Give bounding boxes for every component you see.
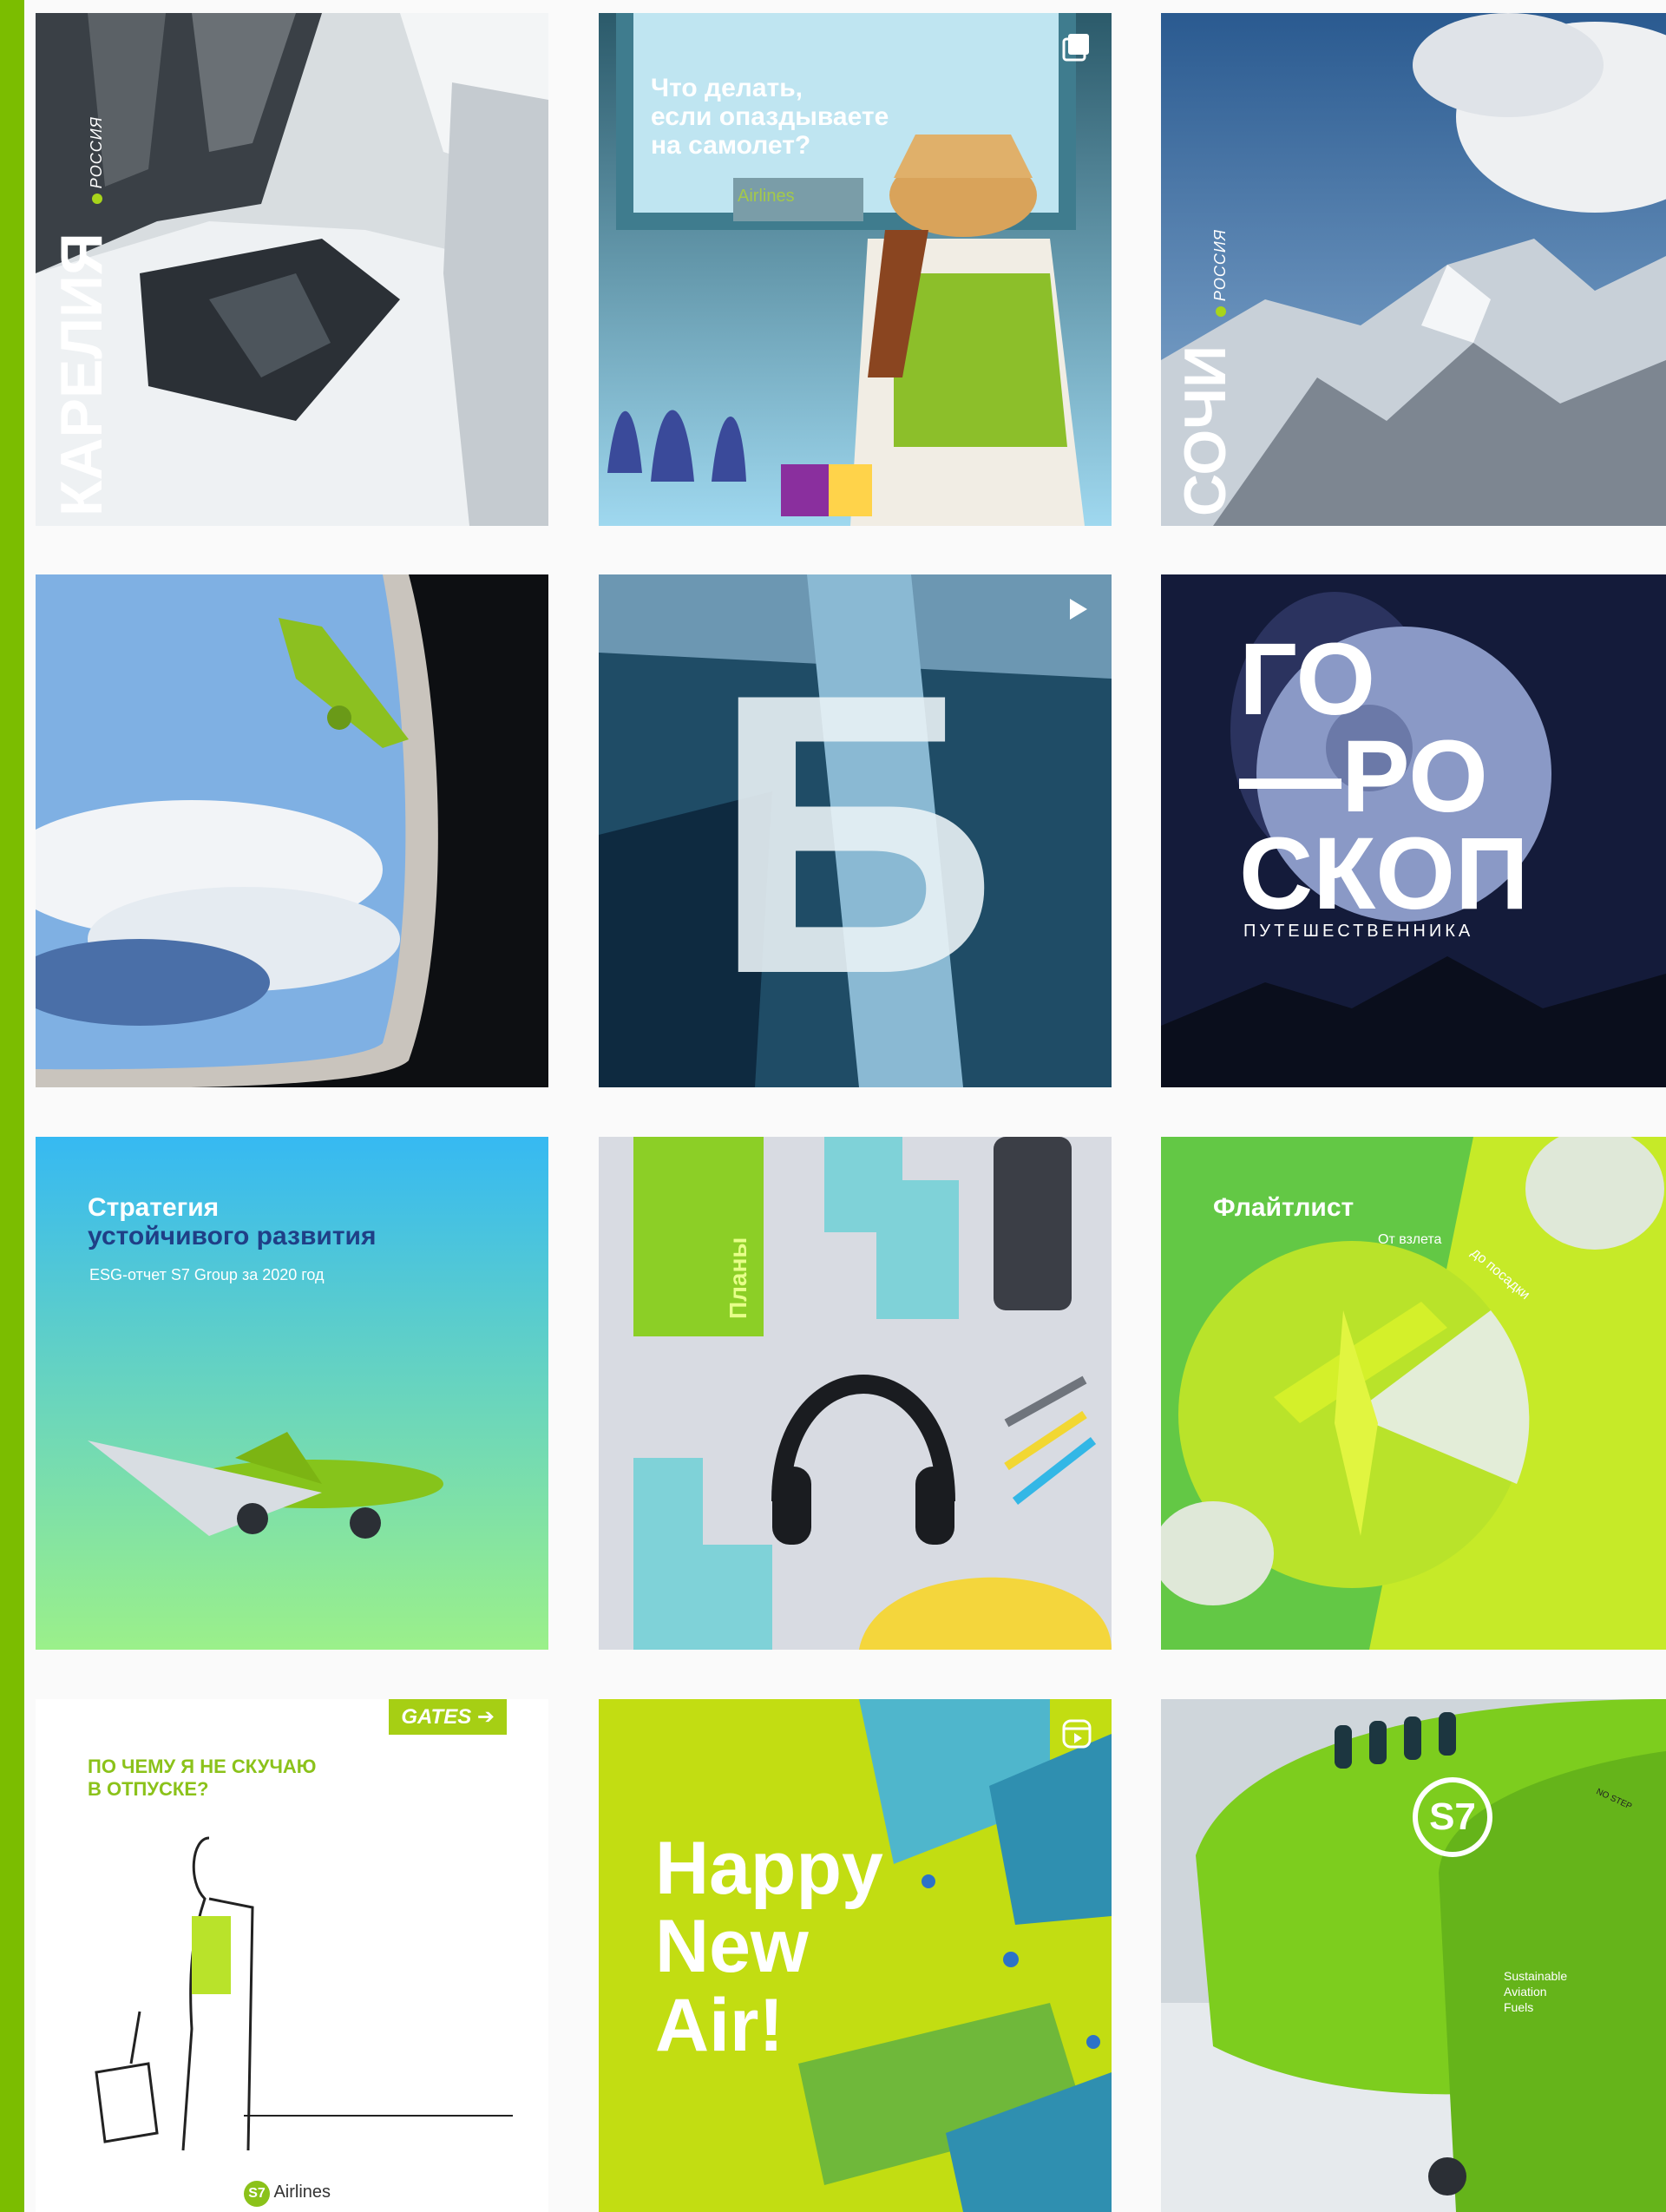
post-horoscope[interactable]: ГО —РО СКОП ПУТЕШЕСТВЕННИКА	[1161, 574, 1666, 1087]
title-line-3: Air!	[655, 1983, 784, 2067]
multi-image-icon	[1062, 34, 1089, 62]
title-line-2: —РО	[1239, 719, 1488, 835]
strategy-caption: ESG-отчет S7 Group за 2020 год	[89, 1266, 325, 1283]
destination-name: КАРЕЛИЯ	[49, 233, 115, 516]
post-headline: Что делать, если опаздываете на самолет?	[651, 74, 889, 160]
fuel-label: Sustainable Aviation Fuels	[1504, 1968, 1567, 2016]
destination-title: КАРЕЛИЯ РОССИЯ	[48, 116, 115, 516]
post-flightlist[interactable]: Флайтлист От взлета до посадки	[1161, 1137, 1666, 1650]
horoscope-title: ГО —РО СКОП	[1239, 622, 1529, 932]
post-karelia[interactable]: КАРЕЛИЯ РОССИЯ	[36, 13, 548, 526]
gates-badge-label: GATES	[401, 1705, 472, 1729]
country-label: РОССИЯ	[1211, 228, 1229, 302]
dot-icon	[92, 194, 103, 205]
airplane-window-photo	[36, 574, 548, 1087]
title-line-1: Стратегия	[88, 1193, 220, 1222]
fuel-line-1: Sustainable	[1504, 1969, 1568, 1983]
video-play-icon	[1070, 599, 1087, 620]
reels-icon	[1062, 1719, 1092, 1749]
post-gates[interactable]: GATES ➔ ПО ЧЕМУ Я НЕ СКУЧАЮ В ОТПУСКЕ? S…	[36, 1699, 548, 2212]
horoscope-caption: ПУТЕШЕСТВЕННИКА	[1243, 922, 1474, 941]
logo-text: Airlines	[273, 2182, 331, 2202]
s7-emblem-icon: S7	[1413, 1777, 1492, 1857]
question-line-1: ПО ЧЕМУ Я НЕ СКУЧАЮ	[88, 1756, 317, 1777]
notebook-label: Планы	[725, 1237, 751, 1319]
brand-side-bar	[0, 0, 24, 2212]
destination-title: СОЧИ РОССИЯ	[1171, 229, 1239, 516]
strategy-title: Стратегия устойчивого развития	[88, 1193, 377, 1250]
post-late-for-plane[interactable]: Что делать, если опаздываете на самолет?…	[599, 13, 1112, 526]
flightlist-title: Флайтлист	[1213, 1193, 1354, 1222]
travel-kit-flatlay	[599, 1137, 1112, 1650]
title-line-2: устойчивого развития	[88, 1222, 377, 1250]
dot-icon	[1216, 306, 1227, 318]
title-line-3: СКОП	[1239, 817, 1529, 932]
destination-name: СОЧИ	[1172, 345, 1238, 516]
title-line-2: New	[655, 1905, 809, 1989]
post-ice-letter[interactable]: Б	[599, 574, 1112, 1087]
s7-aircraft-photo	[1161, 1699, 1666, 2212]
title-line-1: Happy	[655, 1827, 883, 1910]
new-air-title: Happy New Air!	[655, 1829, 883, 2064]
question-line-2: В ОТПУСКЕ?	[88, 1778, 209, 1801]
s7-logo: S7 Airlines	[244, 2181, 331, 2207]
post-plans[interactable]: Планы	[599, 1137, 1112, 1650]
post-sochi[interactable]: СОЧИ РОССИЯ	[1161, 13, 1666, 526]
gates-badge: GATES ➔	[389, 1699, 507, 1735]
post-aircraft[interactable]: S7 Sustainable Aviation Fuels NO STEP	[1161, 1699, 1666, 2212]
airline-sign: Airlines	[738, 187, 795, 206]
headline-line-2: если опаздываете	[651, 102, 889, 131]
fuel-line-3: Fuels	[1504, 2000, 1534, 2015]
title-line-1: ГО	[1239, 622, 1376, 737]
post-window-view[interactable]	[36, 574, 548, 1087]
post-strategy[interactable]: Стратегия устойчивого развития ESG-отчет…	[36, 1137, 548, 1650]
arrow-circle-icon: ➔	[476, 1705, 495, 1729]
country-label: РОССИЯ	[88, 116, 105, 189]
gates-question: ПО ЧЕМУ Я НЕ СКУЧАЮ В ОТПУСКЕ?	[88, 1756, 316, 1802]
headline-line-3: на самолет?	[651, 131, 811, 160]
fuel-line-2: Aviation	[1504, 1985, 1547, 1999]
big-letter: Б	[712, 612, 999, 1057]
flightlist-tag-1: От взлета	[1378, 1232, 1442, 1247]
post-happy-new-air[interactable]: Happy New Air!	[599, 1699, 1112, 2212]
headline-line-1: Что делать,	[651, 74, 803, 102]
